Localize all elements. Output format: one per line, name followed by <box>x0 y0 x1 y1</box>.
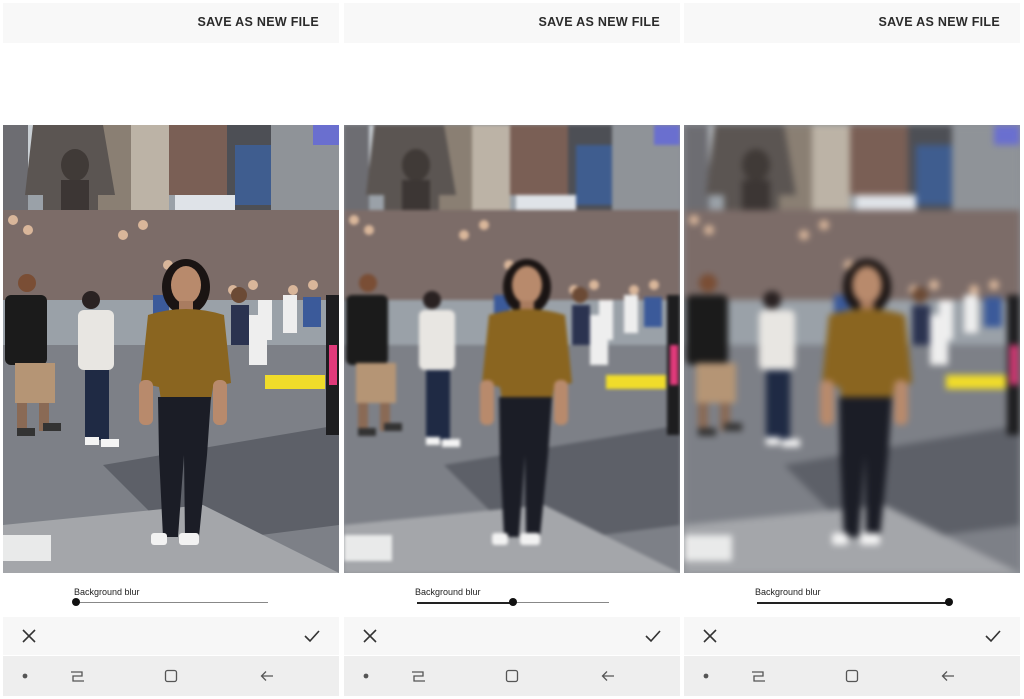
background-blur-control: Background blur <box>684 578 1020 612</box>
navigation-bar <box>344 656 680 696</box>
dot-icon[interactable] <box>17 668 33 684</box>
dot-icon[interactable] <box>358 668 374 684</box>
blur-slider-fill <box>757 601 949 604</box>
photo-image <box>684 125 1020 573</box>
action-bar <box>684 617 1020 655</box>
blur-slider-thumb[interactable] <box>945 598 953 606</box>
save-as-new-file-button[interactable]: SAVE AS NEW FILE <box>879 15 1000 29</box>
editor-screen: SAVE AS NEW FILE Background blur <box>3 0 339 699</box>
navigation-bar <box>684 656 1020 696</box>
home-icon[interactable] <box>163 668 179 684</box>
check-icon[interactable] <box>303 627 321 645</box>
blur-slider-track[interactable] <box>757 598 953 606</box>
recent-apps-icon[interactable] <box>750 668 766 684</box>
top-bar: SAVE AS NEW FILE <box>344 3 680 43</box>
close-icon[interactable] <box>701 627 719 645</box>
blur-slider-thumb[interactable] <box>72 598 80 606</box>
background-blur-control: Background blur <box>3 578 339 612</box>
top-bar: SAVE AS NEW FILE <box>684 3 1020 43</box>
background-blur-label: Background blur <box>74 587 140 597</box>
blur-slider-track[interactable] <box>417 598 609 606</box>
back-icon[interactable] <box>940 668 956 684</box>
recent-apps-icon[interactable] <box>410 668 426 684</box>
blur-slider-fill <box>417 601 513 604</box>
editor-screen: SAVE AS NEW FILE Background blur <box>344 0 680 699</box>
action-bar <box>344 617 680 655</box>
back-icon[interactable] <box>259 668 275 684</box>
background-blur-label: Background blur <box>755 587 821 597</box>
editor-screen: SAVE AS NEW FILE Background blur <box>684 0 1020 699</box>
photo-preview <box>344 125 680 573</box>
check-icon[interactable] <box>984 627 1002 645</box>
blur-slider-thumb[interactable] <box>509 598 517 606</box>
action-bar <box>3 617 339 655</box>
save-as-new-file-button[interactable]: SAVE AS NEW FILE <box>539 15 660 29</box>
check-icon[interactable] <box>644 627 662 645</box>
background-blur-control: Background blur <box>344 578 680 612</box>
top-bar: SAVE AS NEW FILE <box>3 3 339 43</box>
photo-image <box>344 125 680 573</box>
close-icon[interactable] <box>20 627 38 645</box>
dot-icon[interactable] <box>698 668 714 684</box>
home-icon[interactable] <box>504 668 520 684</box>
photo-preview <box>3 125 339 573</box>
save-as-new-file-button[interactable]: SAVE AS NEW FILE <box>198 15 319 29</box>
navigation-bar <box>3 656 339 696</box>
blur-slider-track[interactable] <box>72 598 268 606</box>
close-icon[interactable] <box>361 627 379 645</box>
recent-apps-icon[interactable] <box>69 668 85 684</box>
home-icon[interactable] <box>844 668 860 684</box>
background-blur-label: Background blur <box>415 587 481 597</box>
back-icon[interactable] <box>600 668 616 684</box>
photo-preview <box>684 125 1020 573</box>
photo-image <box>3 125 339 573</box>
